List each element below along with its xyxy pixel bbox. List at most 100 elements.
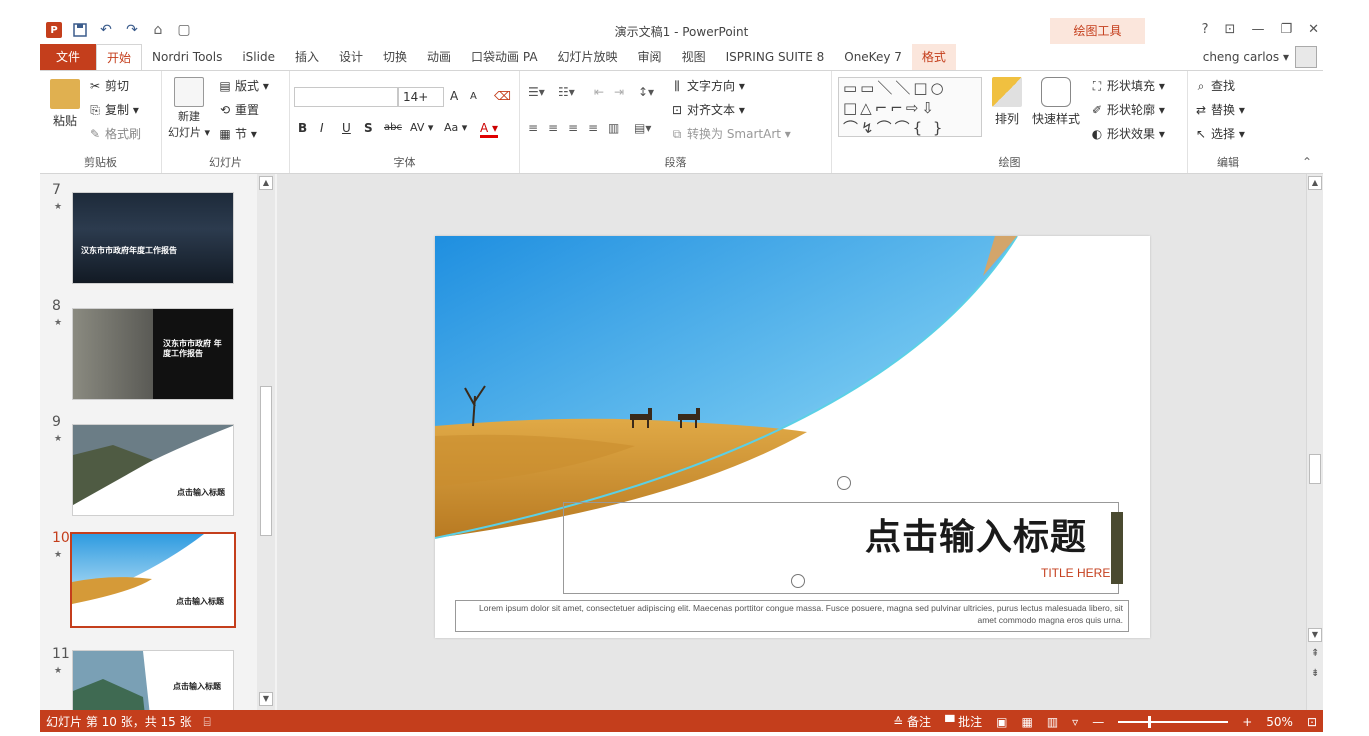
zoom-slider[interactable] [1118, 715, 1229, 728]
underline-button[interactable]: U [342, 121, 351, 135]
align-right-button[interactable]: ≡ [568, 121, 578, 135]
notes-button[interactable]: ≙ 备注 [893, 713, 931, 730]
zoom-slider-handle[interactable] [1148, 715, 1152, 728]
tab-insert[interactable]: 插入 [285, 44, 329, 70]
slide-thumbnail-8[interactable]: 汉东市市政府 年度工作报告 [72, 308, 234, 400]
thumbnail-scrollbar[interactable]: ▲ ▼ [257, 174, 275, 710]
format-painter-button[interactable]: ✎ 格式刷 [88, 125, 141, 142]
cut-button[interactable]: ✂ 剪切 [88, 77, 129, 94]
align-text-button[interactable]: ⊡ 对齐文本 ▾ [670, 101, 745, 118]
tab-design[interactable]: 设计 [329, 44, 373, 70]
shape-outline-button[interactable]: ✐ 形状轮廓 ▾ [1090, 101, 1165, 118]
decrease-indent-button[interactable]: ⇤ [594, 85, 604, 99]
section-button[interactable]: ▦ 节 ▾ [218, 125, 257, 142]
line-spacing-button[interactable]: ↕▾ [638, 85, 654, 99]
scroll-up-icon[interactable]: ▲ [259, 176, 273, 190]
previous-slide-icon[interactable]: ⇞ [1311, 648, 1319, 659]
zoom-in-icon[interactable]: + [1242, 715, 1252, 729]
close-icon[interactable]: ✕ [1308, 22, 1319, 37]
slide-canvas[interactable]: 点击输入标题 TITLE HERE Lorem ipsum dolor sit … [435, 236, 1150, 638]
change-case-button[interactable]: Aa ▾ [444, 121, 467, 134]
find-button[interactable]: ⌕ 查找 [1194, 77, 1235, 94]
increase-indent-button[interactable]: ⇥ [614, 85, 624, 99]
select-button[interactable]: ↖ 选择 ▾ [1194, 125, 1245, 142]
restore-icon[interactable]: ❐ [1280, 22, 1292, 37]
slide-thumbnail-7[interactable]: 汉东市市政府年度工作报告 [72, 192, 234, 284]
reading-view-icon[interactable]: ▥ [1047, 715, 1058, 729]
italic-button[interactable]: I [320, 121, 324, 135]
tab-home[interactable]: 开始 [96, 43, 143, 71]
tab-onekey[interactable]: OneKey 7 [834, 44, 912, 70]
shape-effects-button[interactable]: ◐ 形状效果 ▾ [1090, 125, 1165, 142]
slide-thumbnail-9[interactable]: 点击输入标题 [72, 424, 234, 516]
shadow-button[interactable]: S [364, 121, 373, 135]
rotate-handle-icon[interactable] [837, 476, 851, 490]
tab-format[interactable]: 格式 [911, 44, 956, 70]
font-color-button[interactable]: A ▾ [480, 121, 499, 138]
bold-button[interactable]: B [298, 121, 307, 135]
convert-smartart-button[interactable]: ⧉ 转换为 SmartArt ▾ [670, 125, 791, 142]
shape-fill-button[interactable]: ⛶ 形状填充 ▾ [1090, 77, 1165, 94]
numbering-button[interactable]: ☷▾ [558, 85, 575, 99]
font-size-input[interactable]: 14+ [398, 87, 444, 107]
fit-slide-icon[interactable]: ⊡ [1307, 715, 1317, 729]
tab-pocket-animation[interactable]: 口袋动画 PA [461, 44, 548, 70]
new-slide-button[interactable]: 新建 幻灯片 ▾ [168, 77, 210, 139]
replace-button[interactable]: ⇄ 替换 ▾ [1194, 101, 1245, 118]
tab-review[interactable]: 审阅 [628, 44, 672, 70]
normal-view-icon[interactable]: ▣ [996, 715, 1007, 729]
slide-thumbnail-11[interactable]: 点击输入标题 [72, 650, 234, 710]
zoom-level[interactable]: 50% [1266, 715, 1293, 729]
bullets-button[interactable]: ☰▾ [528, 85, 545, 99]
scrollbar-thumb[interactable] [1309, 454, 1321, 484]
copy-button[interactable]: ⎘ 复制 ▾ [88, 101, 139, 118]
shapes-gallery[interactable]: ▭▭＼＼□○ □△⌐⌐⇨⇩ ⌒↯⌒⌒{ } [838, 77, 982, 137]
paste-button[interactable]: 粘贴 [50, 79, 80, 129]
slide-body-text[interactable]: Lorem ipsum dolor sit amet, consectetuer… [475, 602, 1123, 626]
shrink-font-button[interactable]: A [470, 91, 477, 102]
layout-button[interactable]: ▤ 版式 ▾ [218, 77, 269, 94]
tab-islide[interactable]: iSlide [232, 44, 285, 70]
user-account[interactable]: cheng carlos ▾ [1203, 44, 1317, 70]
grow-font-button[interactable]: A [450, 89, 458, 103]
text-direction-button[interactable]: ⫼ 文字方向 ▾ [670, 77, 745, 94]
tab-transitions[interactable]: 切换 [373, 44, 417, 70]
help-icon[interactable]: ? [1202, 22, 1209, 37]
next-slide-icon[interactable]: ⇟ [1311, 668, 1319, 679]
align-left-button[interactable]: ≡ [528, 121, 538, 135]
justify-button[interactable]: ≡ [588, 121, 598, 135]
reset-button[interactable]: ⟲ 重置 [218, 101, 259, 118]
slide-title[interactable]: 点击输入标题 [865, 508, 1087, 560]
tab-file[interactable]: 文件 [40, 44, 97, 70]
scroll-down-icon[interactable]: ▼ [1308, 628, 1322, 642]
rotate-handle-icon[interactable] [791, 574, 805, 588]
strikethrough-button[interactable]: abc [384, 122, 402, 133]
columns-button[interactable]: ▤▾ [634, 121, 651, 135]
zoom-out-icon[interactable]: — [1092, 715, 1104, 729]
ribbon-display-icon[interactable]: ⊡ [1225, 22, 1236, 37]
char-spacing-button[interactable]: AV ▾ [410, 121, 433, 134]
slide-subtitle[interactable]: TITLE HERE [1041, 566, 1110, 580]
slide-sorter-view-icon[interactable]: ▦ [1021, 715, 1032, 729]
tab-nordri-tools[interactable]: Nordri Tools [142, 44, 232, 70]
tab-view[interactable]: 视图 [672, 44, 716, 70]
arrange-button[interactable]: 排列 [992, 77, 1022, 127]
collapse-ribbon-icon[interactable]: ⌃ [1302, 155, 1312, 169]
clear-formatting-icon[interactable]: ⌫ [494, 89, 511, 103]
quick-styles-button[interactable]: 快速样式 [1032, 77, 1080, 127]
align-center-button[interactable]: ≡ [548, 121, 558, 135]
distributed-button[interactable]: ▥ [608, 121, 619, 135]
font-name-input[interactable] [294, 87, 398, 107]
tab-slide-show[interactable]: 幻灯片放映 [548, 44, 628, 70]
comments-button[interactable]: ▀ 批注 [945, 713, 982, 730]
tab-ispring-suite[interactable]: ISPRING SUITE 8 [716, 44, 835, 70]
spellcheck-icon[interactable]: ⌸ [203, 715, 210, 729]
minimize-icon[interactable]: — [1251, 22, 1264, 37]
scroll-up-icon[interactable]: ▲ [1308, 176, 1322, 190]
tab-animations[interactable]: 动画 [417, 44, 461, 70]
slide-show-view-icon[interactable]: ▿ [1072, 715, 1078, 729]
editor-scrollbar[interactable]: ▲ ▼ ⇞ ⇟ [1306, 174, 1323, 710]
scroll-down-icon[interactable]: ▼ [259, 692, 273, 706]
slide-thumbnail-10[interactable]: 点击输入标题 [70, 532, 236, 628]
scrollbar-thumb[interactable] [260, 386, 272, 536]
